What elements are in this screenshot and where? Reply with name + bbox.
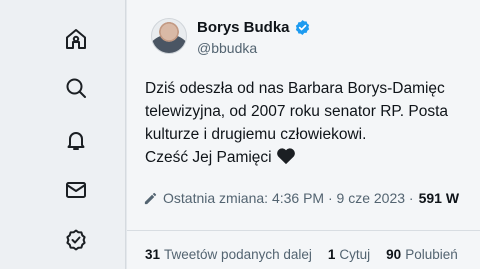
retweets-stat[interactable]: 31 Tweetów podanych dalej [145,247,312,262]
sidebar-nav [0,0,126,269]
likes-stat[interactable]: 90 Polubień [386,247,458,262]
author-handle[interactable]: @bbudka [197,40,257,56]
tweet-meta: Ostatnia zmiana: 4:36 PM · 9 cze 2023 · … [143,190,459,206]
tweet-text: Dziś odeszła od nas Barbara Borys-Damięc… [145,77,448,169]
likes-label: Polubień [405,247,458,262]
author-name[interactable]: Borys Budka [197,19,311,36]
likes-count: 90 [386,247,402,262]
views-count: 591 W [418,190,460,206]
verified-icon[interactable] [62,226,90,254]
search-icon[interactable] [62,74,90,102]
quotes-count: 1 [327,247,336,262]
tweet-detail: Borys Budka @bbudka Dziś odeszła od nas … [127,0,480,269]
quotes-label: Cytuj [339,247,371,262]
tweet-line-text: Cześć Jej Pamięci [145,149,272,166]
notifications-icon[interactable] [62,126,90,154]
divider [127,230,480,231]
tweet-line: kulturze i drugiemu człowiekowi. [145,126,367,143]
tweet-stats: 31 Tweetów podanych dalej 1 Cytuj 90 Polubi… [145,247,458,262]
messages-icon[interactable] [62,176,90,204]
tweet-line: telewizyjna, od 2007 roku senator RP. Po… [145,103,449,120]
avatar[interactable] [151,18,187,54]
tweet-line-last: Cześć Jej Pamięci [145,146,448,169]
tweet-line: Dziś odeszła od nas Barbara Borys-Damięc [145,80,445,97]
pencil-icon [144,192,157,204]
quotes-stat[interactable]: 1 Cytuj [328,247,370,262]
retweets-count: 31 [145,247,161,262]
black-heart-icon [277,148,295,165]
author-name-text: Borys Budka [197,19,290,36]
edited-timestamp[interactable]: Ostatnia zmiana: 4:36 PM · 9 cze 2023 · [163,190,414,206]
retweets-label: Tweetów podanych dalej [164,247,312,262]
home-icon[interactable] [62,25,90,53]
verified-badge-icon [295,20,309,35]
